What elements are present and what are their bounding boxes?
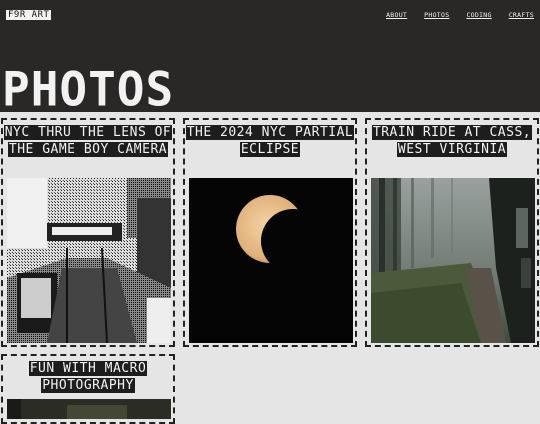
photo-card-train[interactable]: TRAIN RIDE AT CASS, WEST VIRGINIA (365, 118, 539, 347)
card-title: FUN WITH MACRO PHOTOGRAPHY (28, 361, 148, 393)
card-title: NYC THRU THE LENS OF THE GAME BOY CAMERA (3, 125, 173, 157)
eclipse-photo-thumbnail[interactable] (189, 178, 353, 343)
train-photo-thumbnail[interactable] (371, 178, 535, 343)
nav-link-about[interactable]: ABOUT (386, 11, 407, 19)
page-title: PHOTOS (2, 61, 175, 117)
gameboy-photo-thumbnail[interactable] (7, 178, 171, 343)
photo-card-gameboy[interactable]: NYC THRU THE LENS OF THE GAME BOY CAMERA (1, 118, 175, 347)
photo-card-macro[interactable]: FUN WITH MACRO PHOTOGRAPHY (1, 354, 175, 424)
nav-link-crafts[interactable]: CRAFTS (509, 11, 534, 19)
site-header: F9R ART ABOUT PHOTOS CODING CRAFTS PHOTO… (0, 0, 540, 117)
macro-photo-thumbnail[interactable] (7, 399, 171, 419)
nav-link-photos[interactable]: PHOTOS (424, 11, 449, 19)
card-title: THE 2024 NYC PARTIAL ECLIPSE (185, 125, 355, 157)
card-title: TRAIN RIDE AT CASS, WEST VIRGINIA (371, 125, 533, 157)
nav-link-coding[interactable]: CODING (466, 11, 491, 19)
photo-card-eclipse[interactable]: THE 2024 NYC PARTIAL ECLIPSE (183, 118, 357, 347)
site-logo[interactable]: F9R ART (6, 10, 52, 20)
main-nav: ABOUT PHOTOS CODING CRAFTS (386, 11, 534, 19)
